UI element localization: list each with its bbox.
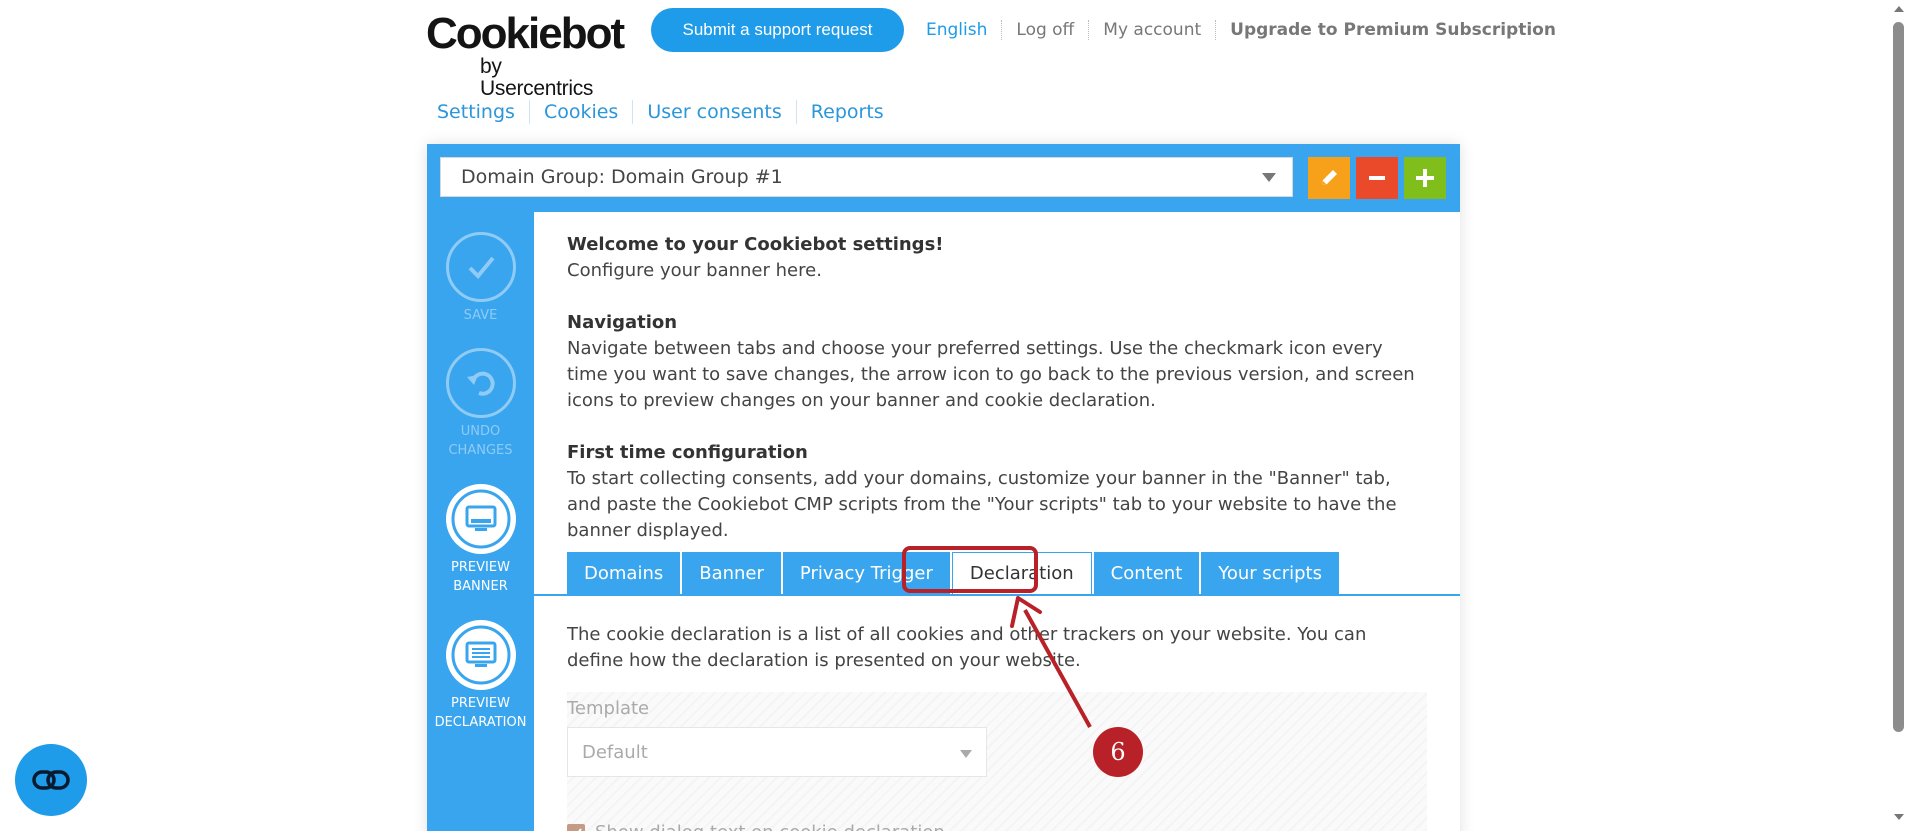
- tab-domains[interactable]: Domains: [567, 552, 681, 594]
- upgrade-premium-link[interactable]: Upgrade to Premium Subscription: [1215, 20, 1570, 40]
- chevron-down-icon: [1262, 173, 1276, 182]
- show-dialog-text-checkbox[interactable]: [567, 823, 585, 831]
- add-group-button[interactable]: [1404, 157, 1446, 199]
- link-icon: [32, 770, 70, 790]
- preview-banner-label-2: BANNER: [453, 579, 508, 594]
- monitor-icon: [445, 484, 516, 554]
- first-time-title: First time configuration: [567, 442, 808, 463]
- scroll-thumb[interactable]: [1893, 22, 1904, 732]
- declaration-form: Template Default Show dialog text on coo…: [567, 692, 1427, 831]
- tab-banner[interactable]: Banner: [682, 552, 781, 594]
- top-links: English Log off My account Upgrade to Pr…: [912, 18, 1570, 42]
- nav-cookies[interactable]: Cookies: [528, 100, 632, 124]
- submit-support-request-button[interactable]: Submit a support request: [651, 8, 904, 52]
- domain-group-select[interactable]: Domain Group: Domain Group #1: [440, 157, 1293, 197]
- undo-label-1: UNDO: [460, 424, 501, 439]
- intro-text: Welcome to your Cookiebot settings! Conf…: [567, 232, 1427, 544]
- nav-reports[interactable]: Reports: [795, 100, 898, 124]
- edit-group-button[interactable]: [1308, 157, 1350, 199]
- welcome-title: Welcome to your Cookiebot settings!: [567, 234, 944, 255]
- scroll-up-icon[interactable]: [1894, 6, 1904, 12]
- undo-changes-button[interactable]: UNDO CHANGES: [427, 348, 534, 460]
- step-badge: 6: [1093, 727, 1143, 777]
- logo-brand: Cookiebot: [426, 9, 625, 58]
- chevron-down-icon: [960, 750, 972, 758]
- template-select[interactable]: Default: [567, 727, 987, 777]
- preview-declaration-label-1: PREVIEW: [451, 696, 510, 711]
- log-off-link[interactable]: Log off: [1001, 20, 1088, 40]
- logo-sub: by Usercentrics: [480, 55, 594, 100]
- cookiebot-logo[interactable]: Cookiebot by Usercentrics: [426, 9, 625, 100]
- tab-divider: [534, 594, 1460, 596]
- save-button[interactable]: SAVE: [427, 232, 534, 325]
- show-dialog-text-label: Show dialog text on cookie declaration: [595, 822, 945, 831]
- tab-content[interactable]: Content: [1093, 552, 1200, 594]
- nav-user-consents[interactable]: User consents: [632, 100, 795, 124]
- checkmark-icon: [577, 827, 582, 831]
- page-scrollbar[interactable]: [1889, 0, 1908, 831]
- tab-your-scripts[interactable]: Your scripts: [1201, 552, 1339, 594]
- show-dialog-text-option: Show dialog text on cookie declaration: [567, 822, 945, 831]
- preview-banner-button[interactable]: PREVIEW BANNER: [427, 484, 534, 596]
- remove-group-button[interactable]: [1356, 157, 1398, 199]
- undo-arrow-icon: [445, 348, 516, 418]
- navigation-text: Navigate between tabs and choose your pr…: [567, 338, 1415, 411]
- privacy-settings-widget-button[interactable]: [15, 744, 87, 816]
- save-label: SAVE: [463, 308, 498, 323]
- template-label: Template: [567, 698, 650, 719]
- main-nav: Settings Cookies User consents Reports: [437, 100, 898, 124]
- settings-content: Welcome to your Cookiebot settings! Conf…: [534, 212, 1460, 831]
- scroll-down-icon[interactable]: [1894, 814, 1904, 820]
- monitor-list-icon: [445, 620, 516, 690]
- minus-icon: [1369, 176, 1385, 180]
- pencil-icon: [1322, 170, 1337, 185]
- preview-declaration-button[interactable]: PREVIEW DECLARATION: [427, 620, 534, 732]
- welcome-text: Configure your banner here.: [567, 260, 822, 281]
- checkmark-icon: [445, 232, 516, 302]
- nav-settings[interactable]: Settings: [437, 100, 529, 124]
- preview-declaration-label-2: DECLARATION: [434, 715, 527, 730]
- declaration-description: The cookie declaration is a list of all …: [567, 624, 1367, 671]
- template-value: Default: [582, 741, 648, 763]
- cookiebot-settings-page: Cookiebot by Usercentrics Submit a suppo…: [0, 0, 1908, 831]
- declaration-tab-highlight: [902, 546, 1038, 593]
- preview-banner-label-1: PREVIEW: [451, 560, 510, 575]
- first-time-text: To start collecting consents, add your d…: [567, 468, 1397, 541]
- language-link[interactable]: English: [912, 20, 1001, 40]
- domain-group-value: Domain Group: Domain Group #1: [461, 166, 783, 188]
- navigation-title: Navigation: [567, 312, 678, 333]
- undo-label-2: CHANGES: [448, 443, 513, 458]
- plus-icon: [1416, 169, 1434, 187]
- my-account-link[interactable]: My account: [1088, 20, 1215, 40]
- settings-panel: Domain Group: Domain Group #1 SAVE UNDO …: [427, 144, 1460, 831]
